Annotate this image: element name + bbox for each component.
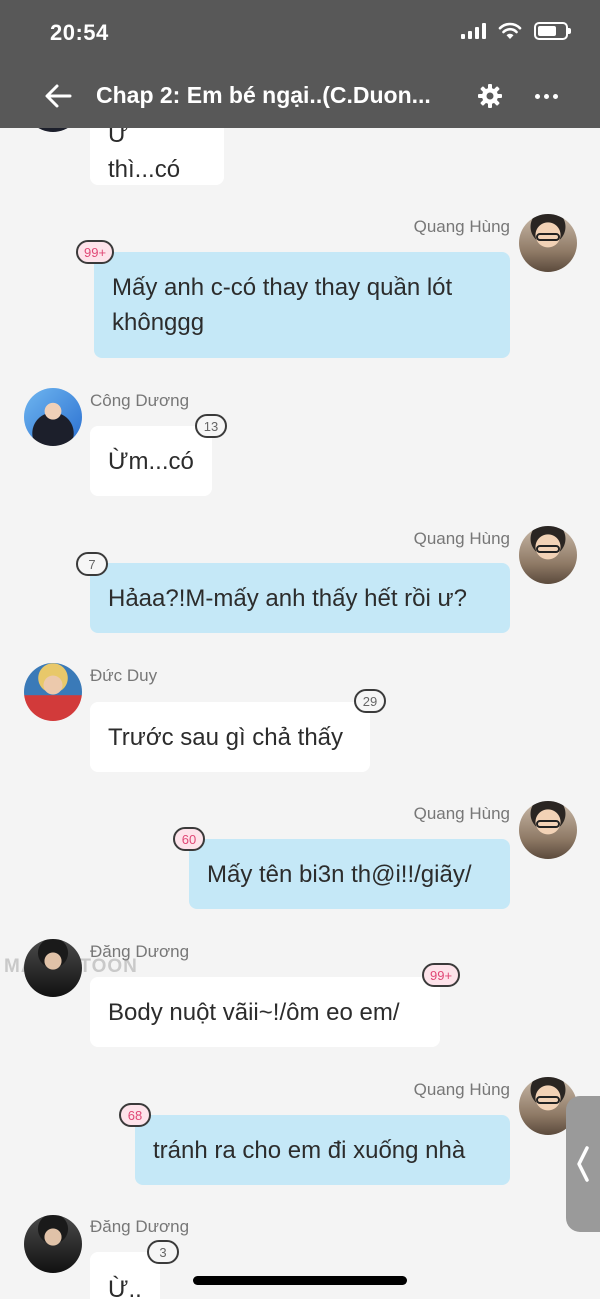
glasses-icon — [536, 1096, 560, 1104]
avatar-quang-hung[interactable] — [519, 801, 577, 859]
avatar-quang-hung[interactable] — [519, 214, 577, 272]
avatar-cong-duong[interactable] — [24, 388, 82, 446]
message-bubble[interactable]: Mấy anh c-có thay thay quần lót khônggg — [94, 252, 510, 358]
message-bubble[interactable]: Trước sau gì chả thấy — [90, 702, 370, 772]
glasses-icon — [536, 233, 560, 241]
settings-button[interactable] — [474, 80, 506, 112]
reaction-count-badge[interactable]: 99+ — [76, 240, 115, 264]
dot-icon — [552, 93, 558, 99]
avatar-dang-duong[interactable] — [24, 1215, 82, 1273]
battery-icon — [534, 22, 571, 40]
glasses-icon — [536, 545, 560, 553]
avatar-quang-hung[interactable] — [519, 526, 577, 584]
sender-name: Quang Hùng — [413, 529, 510, 548]
avatar-dang-duong[interactable] — [24, 939, 82, 997]
back-arrow-icon — [45, 84, 72, 108]
reaction-count-badge[interactable]: 7 — [76, 552, 108, 576]
message-bubble[interactable]: Mấy tên bi3n th@i!!/giãy/ — [189, 839, 510, 909]
message-bubble[interactable]: Hảaa?!M-mấy anh thấy hết rồi ư? — [90, 563, 510, 633]
message-bubble[interactable]: Ừm...có — [90, 426, 212, 496]
message-bubble[interactable]: Ừ thì...có — [90, 118, 224, 185]
reaction-count-badge[interactable]: 60 — [173, 827, 205, 851]
home-indicator[interactable] — [193, 1276, 407, 1285]
message-text: Mấy tên bi3n th@i!!/giãy/ — [207, 860, 472, 888]
more-options-button[interactable] — [528, 80, 564, 112]
message-text: Ừ.. — [108, 1276, 142, 1299]
avatar-duc-duy[interactable] — [24, 663, 82, 721]
sender-name: Đăng Dương — [90, 1217, 190, 1236]
dot-icon — [534, 93, 540, 99]
reaction-count-badge[interactable]: 68 — [119, 1103, 151, 1127]
reaction-count-badge[interactable]: 29 — [354, 689, 386, 713]
status-time: 20:54 — [50, 20, 109, 45]
sender-name: Quang Hùng — [413, 804, 510, 823]
sender-name: Đăng Dương — [90, 942, 190, 961]
sender-name: Quang Hùng — [413, 217, 510, 236]
sender-name: Đức Duy — [90, 666, 158, 685]
top-bar: 20:54 Chap 2: Em bé ngại..(C.Duon... — [0, 0, 600, 128]
message-bubble[interactable]: tránh ra cho em đi xuống nhà — [135, 1115, 510, 1185]
reaction-count-badge[interactable]: 3 — [147, 1240, 179, 1264]
chat-feed[interactable]: Ừ thì...có Quang Hùng Mấy anh c-có thay … — [0, 0, 600, 1299]
message-text: tránh ra cho em đi xuống nhà — [153, 1136, 466, 1164]
side-panel-handle[interactable] — [566, 1096, 600, 1232]
wifi-icon — [498, 22, 522, 39]
chapter-title: Chap 2: Em bé ngại..(C.Duon... — [96, 82, 431, 108]
signal-icon — [461, 23, 486, 39]
chevron-left-icon — [577, 1146, 589, 1182]
message-text: Body nuột vãii~!/ôm eo em/ — [108, 998, 400, 1026]
message-text: Ừm...có — [108, 447, 194, 475]
message-text: Hảaa?!M-mấy anh thấy hết rồi ư? — [108, 584, 467, 612]
dot-icon — [543, 93, 549, 99]
status-icons — [461, 22, 571, 40]
glasses-icon — [536, 820, 560, 828]
message-bubble[interactable]: Body nuột vãii~!/ôm eo em/ — [90, 977, 440, 1047]
sender-name: Công Dương — [90, 391, 190, 410]
reaction-count-badge[interactable]: 13 — [195, 414, 227, 438]
gear-icon — [478, 84, 502, 108]
back-button[interactable] — [40, 78, 76, 114]
reaction-count-badge[interactable]: 99+ — [422, 963, 461, 987]
message-text: Trước sau gì chả thấy — [108, 723, 344, 751]
sender-name: Quang Hùng — [413, 1080, 510, 1099]
message-text: Mấy anh c-có thay thay quần lót khônggg — [112, 274, 453, 336]
